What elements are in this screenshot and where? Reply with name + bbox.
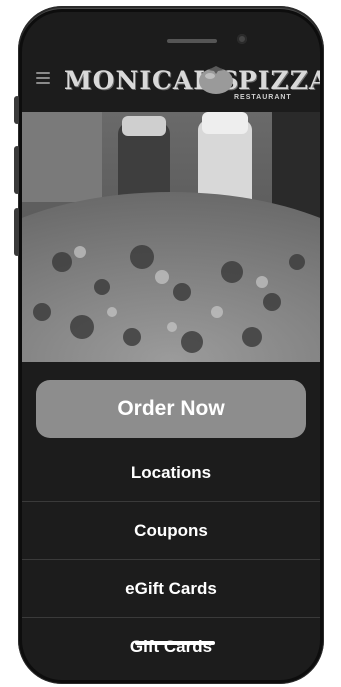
gift-cards-button[interactable]: Gift Cards xyxy=(22,617,320,675)
mute-button xyxy=(14,96,20,124)
locations-button[interactable]: Locations xyxy=(22,444,320,501)
hamburger-menu-icon[interactable] xyxy=(36,72,50,84)
tomato-icon xyxy=(199,66,233,94)
volume-up-button xyxy=(14,146,20,194)
egift-cards-button[interactable]: eGift Cards xyxy=(22,559,320,617)
volume-down-button xyxy=(14,208,20,256)
brand-logo: MONICAL'S PIZZA. RESTAURANT xyxy=(64,56,320,112)
hero-pizza-image xyxy=(22,112,320,432)
app-header: MONICAL'S PIZZA. RESTAURANT xyxy=(22,12,320,112)
brand-subtitle: RESTAURANT xyxy=(234,94,292,101)
app-screen: MONICAL'S PIZZA. RESTAURANT xyxy=(22,12,320,680)
coupons-button[interactable]: Coupons xyxy=(22,501,320,559)
home-indicator[interactable] xyxy=(135,641,215,645)
order-now-button[interactable]: Order Now xyxy=(36,380,306,438)
brand-name-right: PIZZA. xyxy=(238,66,320,95)
